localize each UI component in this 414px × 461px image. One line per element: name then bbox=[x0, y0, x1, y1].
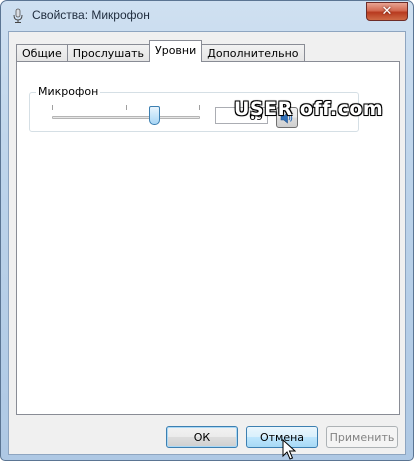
close-button[interactable]: ✕ bbox=[366, 2, 408, 21]
mouse-cursor-icon bbox=[282, 439, 296, 460]
window-title: Свойства: Микрофон bbox=[32, 8, 150, 22]
tab-listen[interactable]: Прослушать bbox=[66, 44, 151, 62]
title-bar[interactable]: Свойства: Микрофон ✕ bbox=[1, 1, 413, 31]
tab-levels[interactable]: Уровни bbox=[149, 40, 203, 62]
slider-tick bbox=[199, 105, 200, 110]
slider-tick bbox=[52, 105, 53, 110]
ok-button[interactable]: ОК bbox=[166, 426, 238, 448]
tab-advanced[interactable]: Дополнительно bbox=[201, 44, 305, 62]
microphone-icon bbox=[13, 8, 23, 23]
dialog-client-area: Общие Прослушать Уровни Дополнительно Ми… bbox=[8, 31, 406, 455]
level-slider-thumb[interactable] bbox=[149, 106, 160, 125]
watermark-logo: USER off.com bbox=[234, 98, 384, 120]
apply-button[interactable]: Применить bbox=[326, 426, 398, 448]
levels-tab-page: Микрофон 69 USER off.com bbox=[16, 61, 400, 415]
tab-general[interactable]: Общие bbox=[16, 44, 68, 62]
slider-tick bbox=[126, 105, 127, 110]
close-icon: ✕ bbox=[381, 4, 393, 19]
tab-strip: Общие Прослушать Уровни Дополнительно bbox=[16, 40, 305, 62]
slider-ticks bbox=[52, 105, 200, 111]
level-slider-track[interactable] bbox=[52, 116, 200, 119]
microphone-group-label: Микрофон bbox=[36, 85, 101, 98]
dialog-window: Свойства: Микрофон ✕ Общие Прослушать Ур… bbox=[0, 0, 414, 461]
